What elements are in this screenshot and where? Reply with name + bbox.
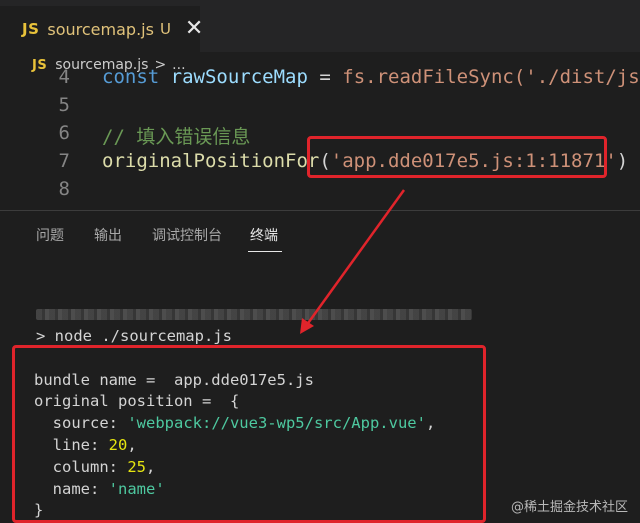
arrow-head <box>300 318 314 334</box>
annotation-arrow <box>300 189 406 334</box>
arrow-line <box>304 189 406 327</box>
